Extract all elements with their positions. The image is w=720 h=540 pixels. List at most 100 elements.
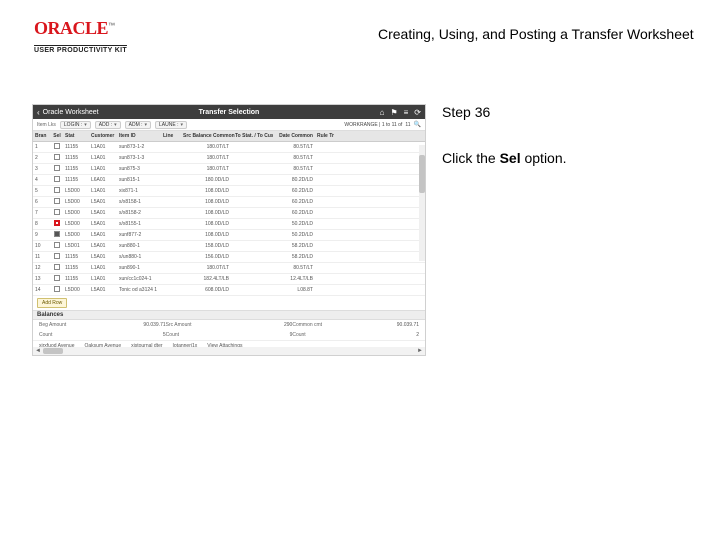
cell-item: Tonic od a3124 1	[119, 287, 163, 293]
cell-index: 5	[35, 188, 49, 194]
sel-checkbox[interactable]	[54, 198, 60, 204]
cell-date: 80.5T/LT	[273, 155, 317, 161]
chevron-down-icon: ▾	[84, 122, 87, 128]
table-row: 7L5D00L5A01s/x8158-2108.0D/LD60.2D/LD	[33, 208, 425, 219]
cell-date: 60.2D/LD	[273, 188, 317, 194]
upk-subtitle: USER PRODUCTIVITY KIT	[34, 45, 127, 54]
col-src-balance[interactable]: Src Balance Common	[183, 133, 235, 139]
scroll-right-icon[interactable]: ►	[415, 348, 425, 354]
step-number: Step 36	[442, 104, 696, 120]
table-row: 311155L1A01sun875-3180.0T/LT80.5T/LT	[33, 164, 425, 175]
cell-index: 1	[35, 144, 49, 150]
flag-icon[interactable]: ⚑	[390, 108, 397, 117]
sel-checkbox[interactable]	[54, 176, 60, 182]
col-line[interactable]: Line	[163, 133, 183, 139]
table-row: 1311155L1A01xun/cc1c024-1182.4LT/LB12.4L…	[33, 274, 425, 285]
count3-value: 2	[389, 332, 419, 338]
table-row: 111155L1A01sun873-1-2180.0T/LT80.5T/LT	[33, 142, 425, 153]
sel-checkbox[interactable]	[54, 242, 60, 248]
cell-stat: L5D00	[65, 188, 91, 194]
cell-stat: 11155	[65, 144, 91, 150]
col-branch[interactable]: Bran	[35, 133, 49, 139]
sel-checkbox[interactable]	[54, 154, 60, 160]
col-to-status[interactable]: To Stat. / To CustID	[235, 133, 273, 139]
cell-customer: L5A01	[91, 232, 119, 238]
filter-dropdown-1[interactable]: LOGIN :▾	[60, 121, 91, 129]
col-rule[interactable]: Rule Tr	[317, 133, 343, 139]
cell-date: 60.2D/LD	[273, 199, 317, 205]
step-text-before: Click the	[442, 150, 500, 166]
sel-checkbox[interactable]	[54, 264, 60, 270]
sel-checkbox[interactable]	[54, 231, 60, 237]
step-text-after: option.	[521, 150, 567, 166]
col-date[interactable]: Date Common	[273, 133, 317, 139]
filter-bar: Item Lks LOGIN :▾ ADD :▾ ADM :▾ LAUNE :▾…	[33, 119, 425, 131]
sel-checkbox[interactable]	[54, 209, 60, 215]
sel-checkbox[interactable]	[54, 187, 60, 193]
cell-stat: L5D00	[65, 210, 91, 216]
cell-item: xunf877-2	[119, 232, 163, 238]
beg-amount-label: Beg Amount	[39, 322, 66, 328]
home-icon[interactable]: ⌂	[380, 108, 385, 117]
scroll-left-icon[interactable]: ◄	[33, 348, 43, 354]
cell-src-balance: 180.0D/LD	[183, 177, 235, 183]
trademark-symbol: ™	[108, 23, 115, 30]
vertical-scrollbar[interactable]	[419, 145, 425, 261]
back-icon[interactable]: ‹	[37, 108, 40, 117]
cell-customer: L1A01	[91, 265, 119, 271]
sel-checkbox[interactable]	[54, 253, 60, 259]
range-max: 11	[405, 122, 410, 128]
cell-src-balance: 608.0D/LD	[183, 287, 235, 293]
oracle-wordmark: ORACLE	[34, 18, 108, 38]
filter-dropdown-2[interactable]: ADD :▾	[95, 121, 121, 129]
cell-src-balance: 182.4LT/LB	[183, 276, 235, 282]
cell-stat: 11155	[65, 155, 91, 161]
cell-customer: L5A01	[91, 199, 119, 205]
sel-checkbox[interactable]	[54, 220, 60, 226]
step-text-bold: Sel	[500, 150, 521, 166]
cell-date: 80.5T/LT	[273, 166, 317, 172]
cell-item: sun873-1-3	[119, 155, 163, 161]
cell-customer: L5A01	[91, 243, 119, 249]
col-customer[interactable]: Customer	[91, 133, 119, 139]
cell-index: 11	[35, 254, 49, 260]
sel-checkbox[interactable]	[54, 275, 60, 281]
search-icon[interactable]: 🔍	[414, 121, 421, 128]
table-row: 1211155L1A01sun890-1180.0T/LT80.5T/LT	[33, 263, 425, 274]
col-stat[interactable]: Stat	[65, 133, 91, 139]
add-row-button[interactable]: Add Row	[37, 298, 67, 308]
menu-icon[interactable]: ≡	[404, 108, 409, 117]
sel-checkbox[interactable]	[54, 143, 60, 149]
filter-dropdown-3[interactable]: ADM :▾	[125, 121, 151, 129]
cell-src-balance: 158.0D/LD	[183, 243, 235, 249]
chevron-down-icon: ▾	[145, 122, 148, 128]
cell-customer: L1A01	[91, 166, 119, 172]
table-header: Bran Sel Stat Customer Item ID Line Src …	[33, 131, 425, 142]
table-row: 1111155L5A01s/un880-1156.0D/LD58.2D/LD	[33, 252, 425, 263]
chevron-down-icon: ▾	[114, 122, 117, 128]
document-title: Creating, Using, and Posting a Transfer …	[378, 26, 694, 42]
step-instruction: Click the Sel option.	[442, 150, 696, 166]
cell-index: 14	[35, 287, 49, 293]
table-row: 8L5D00L5A01s/x8155-1108.0D/LD50.2D/LD	[33, 219, 425, 230]
cell-src-balance: 108.0D/LD	[183, 221, 235, 227]
chevron-down-icon: ▾	[180, 122, 183, 128]
filter-dropdown-4[interactable]: LAUNE :▾	[155, 121, 187, 129]
col-item[interactable]: Item ID	[119, 133, 163, 139]
cell-index: 10	[35, 243, 49, 249]
cell-date: 60.2D/LD	[273, 210, 317, 216]
table-row: 411155L6A01sun815-1180.0D/LD80.2D/LD	[33, 175, 425, 186]
cell-stat: 11155	[65, 166, 91, 172]
cell-index: 2	[35, 155, 49, 161]
cell-index: 3	[35, 166, 49, 172]
sel-checkbox[interactable]	[54, 286, 60, 292]
col-sel[interactable]: Sel	[49, 133, 65, 139]
refresh-icon[interactable]: ⟳	[414, 108, 421, 117]
horizontal-scrollbar[interactable]: ◄ ►	[33, 347, 425, 355]
cell-index: 7	[35, 210, 49, 216]
cell-item: sun815-1	[119, 177, 163, 183]
cell-customer: L1A01	[91, 276, 119, 282]
table-row: 5L5D00L1A01xix871-1108.0D/LD60.2D/LD	[33, 186, 425, 197]
sel-checkbox[interactable]	[54, 165, 60, 171]
cell-date: 50.2D/LD	[273, 232, 317, 238]
